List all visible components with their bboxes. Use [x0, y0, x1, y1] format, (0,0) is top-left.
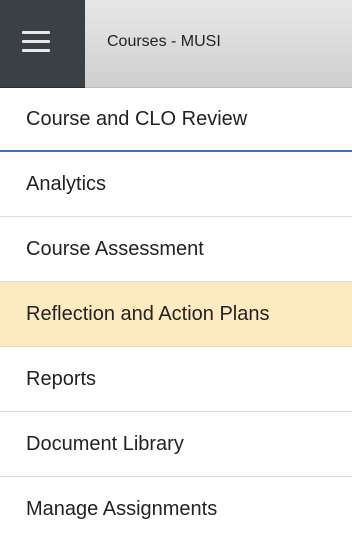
menu-item-reports[interactable]: Reports: [0, 347, 352, 412]
title-bar: Courses - MUSI: [85, 0, 352, 88]
menu-toggle-button[interactable]: [0, 0, 85, 88]
menu-item-course-and-clo-review[interactable]: Course and CLO Review: [0, 88, 352, 152]
menu-item-analytics[interactable]: Analytics: [0, 152, 352, 217]
top-bar: Courses - MUSI: [0, 0, 352, 88]
menu-item-reflection-and-action-plans[interactable]: Reflection and Action Plans: [0, 282, 352, 347]
hamburger-menu-icon: [22, 31, 50, 52]
menu-item-document-library[interactable]: Document Library: [0, 412, 352, 477]
menu-item-course-assessment[interactable]: Course Assessment: [0, 217, 352, 282]
navigation-menu: Course and CLO Review Analytics Course A…: [0, 88, 352, 542]
menu-item-manage-assignments[interactable]: Manage Assignments: [0, 477, 352, 542]
page-title: Courses - MUSI: [107, 33, 221, 50]
